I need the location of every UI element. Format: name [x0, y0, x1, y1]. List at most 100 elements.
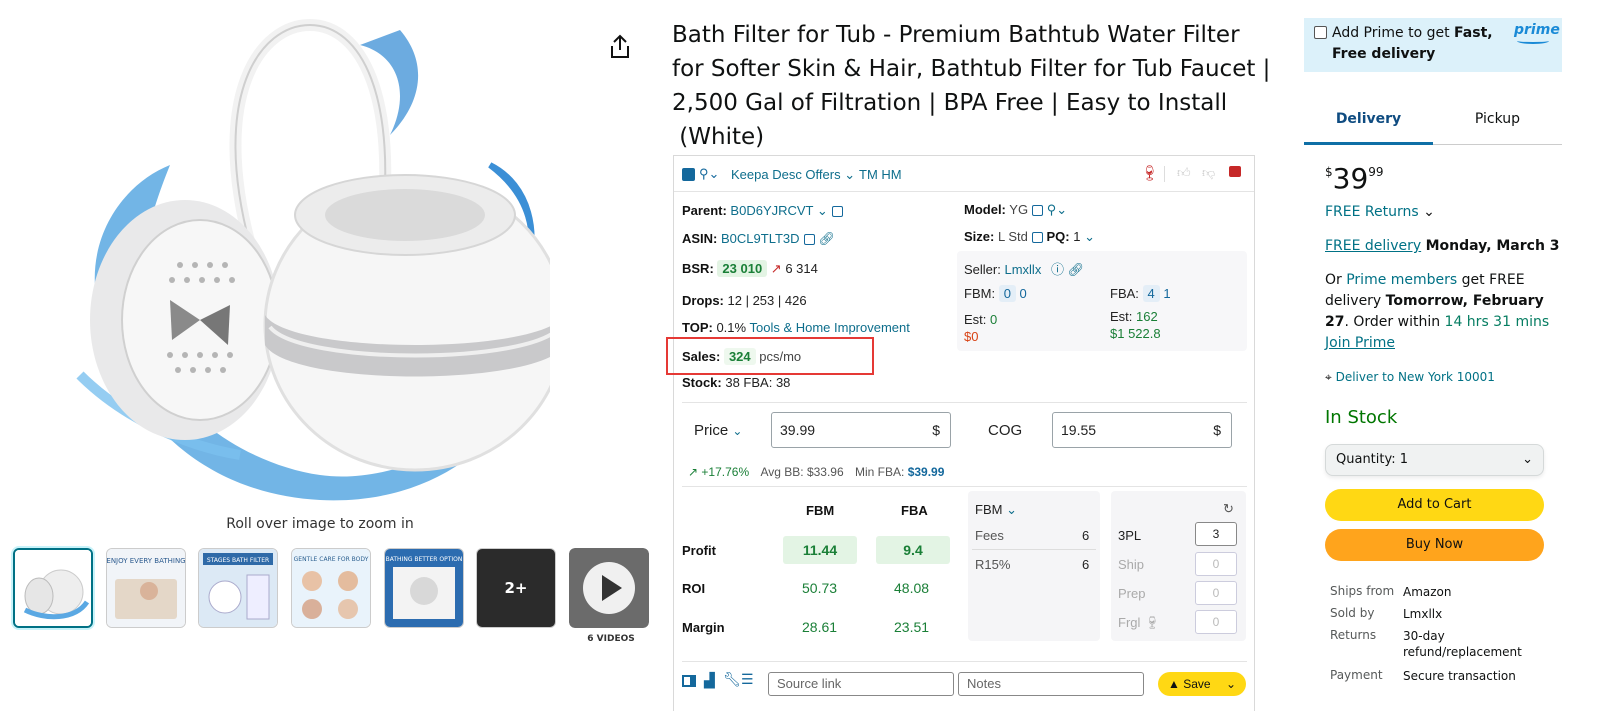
size-row: Size: L Std PQ: 1 ⌄: [964, 229, 1095, 244]
thumbs-down-icon[interactable]: 👎︎: [1202, 165, 1215, 181]
thumbnail-4[interactable]: GENTLE CARE FOR BODY: [291, 548, 371, 628]
thumb-text: BATHING BETTER OPTION: [386, 556, 463, 563]
thumbnail-1[interactable]: [13, 548, 93, 628]
save-button[interactable]: ▲ Save ⌄: [1158, 672, 1246, 696]
keepa-panel: ⚲⌄ Keepa Desc Offers ⌄ TM HM 🍷︎ 👍︎ 👎︎ Pa…: [666, 155, 1255, 711]
video-thumbnail[interactable]: [569, 548, 649, 628]
payment-link[interactable]: Secure transaction: [1403, 668, 1516, 684]
thumb-text: GENTLE CARE FOR BODY: [294, 556, 369, 563]
seller-row: Seller: Lmxllx ⓘ 🔗︎: [964, 262, 1085, 277]
bsr-row: BSR: 23 010 ↗ 6 314: [682, 260, 818, 277]
margin-fbm: 28.61: [802, 619, 838, 635]
prime-upsell-text: Add Prime to get Fast, Free delivery: [1332, 25, 1493, 62]
thumbnail-2[interactable]: ENJOY EVERY BATHING: [106, 548, 186, 628]
title-line: (White): [672, 124, 765, 150]
3pl-label: 3PL: [1118, 528, 1142, 543]
deliver-to-link[interactable]: ⌖ Deliver to New York 10001: [1325, 367, 1495, 388]
category-link[interactable]: Tools & Home Improvement: [749, 320, 909, 335]
sales-unit: pcs/mo: [759, 349, 802, 364]
link-icon[interactable]: 🔗︎: [1068, 262, 1085, 277]
parent-asin-link[interactable]: B0D6YJRCVT: [730, 203, 813, 218]
prime-members-link[interactable]: Prime members: [1346, 272, 1457, 288]
price-mode-dropdown[interactable]: Price ⌄: [694, 422, 742, 439]
wine-glass-icon[interactable]: 🍷︎: [1140, 164, 1159, 182]
list-icon[interactable]: ☰: [741, 671, 754, 688]
wrench-icon[interactable]: 🔧︎: [723, 671, 741, 688]
info-icon[interactable]: ⓘ: [1051, 262, 1064, 277]
chevron-down-icon: ⌄: [1225, 677, 1236, 691]
ships-from-label: Ships from: [1330, 584, 1395, 598]
prime-checkbox[interactable]: [1314, 26, 1327, 39]
seller-link[interactable]: Lmxllx: [1004, 262, 1041, 277]
refresh-icon[interactable]: ↻: [1223, 501, 1234, 517]
thumb-text: ENJOY EVERY BATHING: [107, 557, 185, 565]
notes-input[interactable]: Notes: [958, 672, 1144, 696]
sidebar-toggle-icon[interactable]: [682, 675, 696, 687]
lock-icon[interactable]: [1229, 166, 1241, 177]
thumbs-up-icon[interactable]: 👍︎: [1177, 165, 1191, 181]
toolbar-divider: [1164, 166, 1165, 182]
prep-input[interactable]: 0: [1195, 581, 1237, 605]
stock-row: Stock: 38 FBA: 38: [682, 375, 791, 390]
search-icon[interactable]: ⚲⌄: [1047, 202, 1067, 217]
seller-box: Seller: Lmxllx ⓘ 🔗︎ FBM: 0 0 FBA: 4 1 Es…: [957, 251, 1247, 351]
product-title: Bath Filter for Tub - Premium Bathtub Wa…: [672, 18, 1287, 154]
payment-label: Payment: [1330, 668, 1383, 682]
ship-input[interactable]: 0: [1195, 552, 1237, 576]
drops-row: Drops: 12 | 253 | 426: [682, 293, 807, 308]
main-product-image[interactable]: [60, 15, 567, 505]
chevron-down-icon: ⌄: [1522, 452, 1533, 467]
thumb-text: STAGES BATH FILTER: [207, 557, 269, 564]
collapse-icon[interactable]: [682, 168, 695, 181]
copy-icon[interactable]: [831, 206, 843, 218]
quantity-select[interactable]: Quantity: 1 ⌄: [1325, 444, 1544, 476]
row-label-roi: ROI: [682, 581, 706, 596]
fees-mode-dropdown[interactable]: FBM ⌄: [975, 502, 1017, 518]
prime-logo: prime: [1514, 22, 1560, 38]
link-icon[interactable]: 🔗︎: [819, 231, 836, 246]
sales-row: Sales: 324 pcs/mo: [682, 348, 802, 365]
add-to-cart-button[interactable]: Add to Cart: [1325, 489, 1544, 521]
tab-delivery[interactable]: Delivery: [1304, 98, 1433, 145]
share-icon[interactable]: [608, 34, 632, 60]
sold-by-link[interactable]: Lmxllx: [1403, 606, 1442, 622]
cog-label: COG: [988, 422, 1023, 439]
free-delivery-link[interactable]: FREE delivery: [1325, 238, 1421, 254]
divider: [682, 661, 1247, 662]
returns-link[interactable]: 30-day refund/replacement: [1403, 628, 1522, 660]
thumbnail-3[interactable]: STAGES BATH FILTER: [198, 548, 278, 628]
fragile-label: Frgl 🍷︎: [1118, 615, 1161, 630]
fees-panel: FBM ⌄ Fees 6 R15% 6: [968, 491, 1100, 641]
price-trend: +17.76%: [701, 465, 750, 479]
cog-input[interactable]: 19.55 $: [1052, 412, 1232, 448]
buy-now-button[interactable]: Buy Now: [1325, 529, 1544, 561]
fees-label: Fees: [975, 528, 1004, 543]
profit-fba: 9.4: [876, 536, 950, 564]
bsr-change: 6 314: [785, 261, 818, 276]
tab-pickup[interactable]: Pickup: [1433, 98, 1562, 145]
avg-buybox: Avg BB: $33.96: [760, 465, 844, 479]
drive-icon: ▲: [1168, 677, 1180, 691]
more-media-count: 2+: [504, 579, 528, 597]
col-header-fbm: FBM: [806, 503, 835, 518]
source-link-input[interactable]: Source link: [768, 672, 954, 696]
price: $3999: [1325, 162, 1384, 195]
copy-icon[interactable]: [1032, 205, 1044, 217]
ship-label: Ship: [1118, 557, 1145, 572]
copy-icon[interactable]: [803, 234, 815, 246]
prime-smile-icon: [1517, 38, 1549, 44]
thumbnail-5[interactable]: BATHING BETTER OPTION: [384, 548, 464, 628]
asin-link[interactable]: B0CL9TLT3D: [721, 231, 800, 246]
roi-fbm: 50.73: [802, 580, 838, 596]
tm-hm-link[interactable]: TM HM: [859, 167, 902, 182]
price-input[interactable]: 39.99 $: [771, 412, 951, 448]
3pl-input[interactable]: 3: [1195, 522, 1237, 546]
join-prime-link[interactable]: Join Prime: [1325, 335, 1395, 351]
search-icon[interactable]: ⚲⌄: [699, 166, 719, 182]
free-returns-link[interactable]: FREE Returns ⌄: [1325, 202, 1435, 223]
fragile-input[interactable]: 0: [1195, 610, 1237, 634]
chart-icon[interactable]: ▟: [704, 672, 715, 689]
keepa-desc-offers[interactable]: Keepa Desc Offers ⌄: [731, 167, 855, 183]
more-media-thumbnail[interactable]: 2+: [476, 548, 556, 628]
edit-icon[interactable]: [1031, 232, 1043, 244]
